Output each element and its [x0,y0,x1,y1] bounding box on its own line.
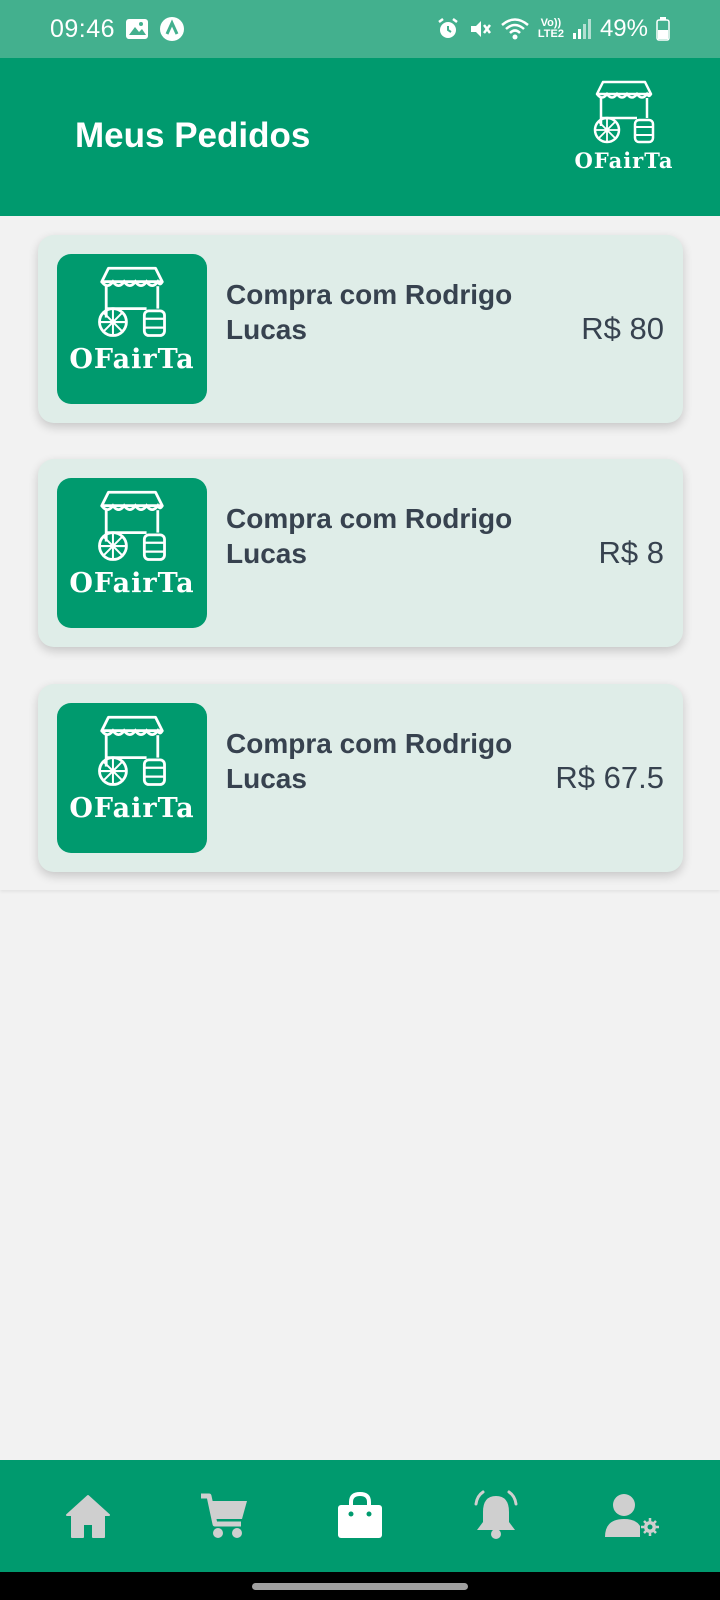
user-settings-icon [605,1494,659,1537]
order-price: R$ 67.5 [555,760,664,795]
battery-percent: 49% [599,15,648,42]
cart-icon [201,1493,247,1538]
status-left: 09:46 [50,15,185,44]
order-price: R$ 80 [581,311,664,346]
status-time: 09:46 [50,14,116,43]
home-indicator[interactable] [252,1583,468,1590]
nav-notifications[interactable] [456,1476,536,1556]
gallery-icon [125,18,149,40]
nav-home[interactable] [48,1476,128,1556]
order-logo: OFairTa [57,478,207,628]
market-stall-icon [98,490,166,561]
logo-text: OFairTa [574,148,674,173]
signal-icon [572,18,592,40]
market-stall-icon [98,266,166,337]
nav-cart[interactable] [184,1476,264,1556]
app-header: Meus Pedidos OFairTa [0,58,720,216]
app-notification-icon [159,16,185,42]
bottom-nav [0,1460,720,1572]
status-right: Vo)) LTE2 49% [436,15,670,43]
bell-icon [474,1490,518,1539]
order-title: Compra com Rodrigo Lucas [226,279,513,345]
order-card[interactable]: OFairTa Compra com Rodrigo Lucas R$ 8 [38,459,683,647]
wifi-icon [500,17,530,41]
order-logo-text: OFairTa [69,793,195,824]
orders-list: OFairTa Compra com Rodrigo Lucas R$ 80 O… [0,216,720,890]
order-logo: OFairTa [57,703,207,853]
order-card[interactable]: OFairTa Compra com Rodrigo Lucas R$ 67.5 [38,684,683,872]
market-stall-icon [593,80,655,144]
nav-orders[interactable] [320,1476,400,1556]
order-card[interactable]: OFairTa Compra com Rodrigo Lucas R$ 80 [38,235,683,423]
network-label-bottom: LTE2 [537,28,564,40]
nav-profile-settings[interactable] [592,1476,672,1556]
order-title: Compra com Rodrigo Lucas [226,503,513,569]
mute-icon [468,17,492,41]
order-title: Compra com Rodrigo Lucas [226,728,513,794]
battery-icon [656,17,670,41]
alarm-icon [436,17,460,41]
status-bar: 09:46 Vo)) LTE2 49% [0,0,720,58]
page-title: Meus Pedidos [75,116,311,155]
market-stall-icon [98,715,166,786]
order-logo-text: OFairTa [69,568,195,599]
network-label: Vo)) LTE2 [538,18,564,40]
shopping-bag-icon [338,1492,382,1538]
order-logo: OFairTa [57,254,207,404]
order-logo-text: OFairTa [69,344,195,375]
order-price: R$ 8 [598,535,664,570]
header-logo: OFairTa [564,80,684,173]
system-nav-bar [0,1572,720,1600]
home-icon [66,1495,110,1538]
